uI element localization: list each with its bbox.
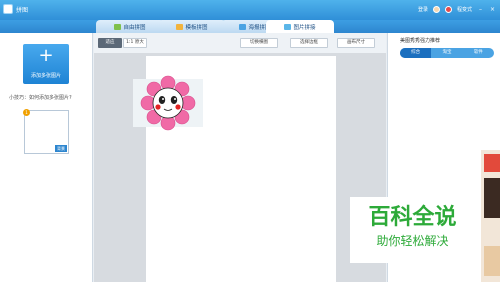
plus-icon: + (38, 45, 54, 66)
watermark-main: 百科全说 (368, 205, 457, 230)
left-panel: + 添加多张图片 小技巧：如何添加多张图片? 1 背景 (0, 33, 93, 282)
border-select-button[interactable]: 选择边框 (290, 38, 328, 48)
watermark-sub: 助你轻松解决 (376, 234, 449, 248)
tab-taobao[interactable]: 淘宝 (431, 48, 462, 58)
tab-free-collage[interactable]: 自由拼图 (96, 20, 164, 33)
template-collage-icon (176, 23, 184, 30)
image-thumbnail[interactable]: 1 背景 (23, 109, 69, 154)
window-title: 拼图 (16, 7, 29, 14)
close-icon[interactable]: × (489, 6, 496, 13)
switch-orientation-button[interactable]: 切换横图 (240, 38, 278, 48)
flower-sticker-image[interactable] (133, 73, 203, 133)
watermark: 百科全说 助你轻松解决 (350, 197, 475, 263)
app-logo-icon (3, 4, 13, 14)
free-collage-icon (114, 23, 122, 30)
menu-link[interactable]: 程变式 (457, 6, 472, 13)
canvas-toolbar: 适应 1:1 原大 切换横图 选择边框 画布尺寸 (94, 33, 386, 53)
mode-tab-bar: 自由拼图 模板拼图 海报拼图 图片拼接 (0, 20, 500, 33)
poster-collage-icon (239, 23, 247, 30)
canvas-size-button[interactable]: 画布尺寸 (337, 38, 375, 48)
tip-link[interactable]: 小技巧：如何添加多张图片? (9, 94, 72, 101)
fit-button[interactable]: 适应 (98, 38, 122, 48)
image-stitch-icon (284, 23, 292, 30)
ad-strip[interactable] (481, 150, 500, 282)
tab-image-stitch[interactable]: 图片拼接 (266, 20, 334, 33)
tab-software[interactable]: 软件 (463, 48, 494, 58)
user-avatar-icon[interactable] (432, 5, 440, 13)
minimize-icon[interactable]: – (477, 6, 484, 13)
notification-icon[interactable] (444, 5, 452, 13)
thumbnail-badge: 1 (23, 109, 30, 116)
recommend-title: 美图秀秀强力推荐 (400, 38, 441, 44)
original-size-button[interactable]: 1:1 原大 (123, 38, 147, 48)
title-bar: 拼图 登录 程变式 – × (0, 0, 500, 20)
add-images-button[interactable]: + 添加多张图片 (23, 44, 69, 84)
tab-template-collage[interactable]: 模板拼图 (158, 20, 226, 33)
titlebar-actions: 登录 程变式 – × (418, 3, 496, 15)
thumbnail-tag[interactable]: 背景 (55, 145, 67, 152)
login-link[interactable]: 登录 (418, 6, 428, 13)
tab-general[interactable]: 综合 (400, 48, 432, 58)
recommend-tabs: 综合 淘宝 软件 (400, 48, 494, 58)
